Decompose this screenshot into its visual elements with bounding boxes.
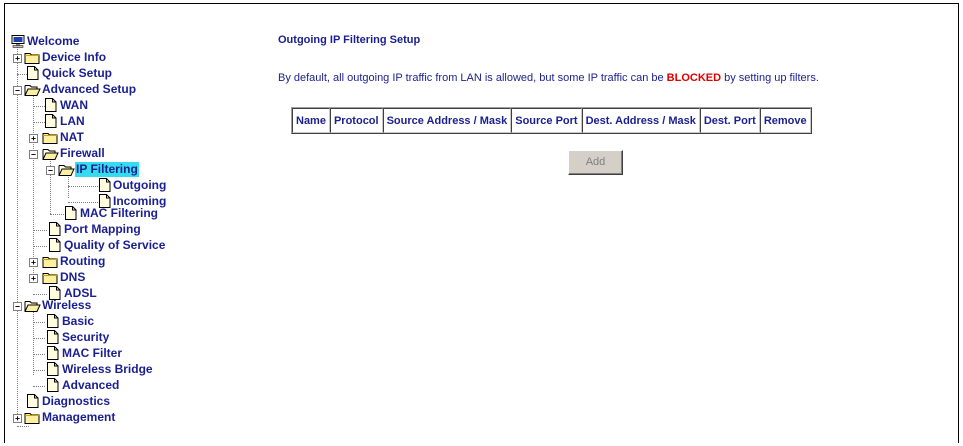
tree-label[interactable]: Quality of Service: [64, 238, 165, 253]
tree-label[interactable]: Basic: [62, 314, 94, 329]
column-header-source-port: Source Port: [511, 108, 582, 133]
document-icon: [47, 314, 59, 328]
folder-closed-icon: [42, 257, 58, 268]
tree-guide: [33, 322, 45, 323]
tree-label[interactable]: Diagnostics: [42, 394, 110, 409]
filter-table: Name Protocol Source Address / Mask Sour…: [291, 107, 812, 134]
tree-label[interactable]: WAN: [60, 98, 88, 113]
expand-icon[interactable]: +: [13, 414, 22, 423]
folder-open-icon: [24, 85, 41, 96]
column-header-remove: Remove: [759, 108, 811, 133]
document-icon: [49, 222, 61, 236]
tree-label[interactable]: MAC Filter: [62, 346, 122, 361]
blocked-emphasis: BLOCKED: [666, 72, 722, 84]
expand-icon[interactable]: +: [29, 258, 38, 267]
tree-label[interactable]: Port Mapping: [64, 222, 141, 237]
collapse-icon[interactable]: −: [13, 302, 22, 311]
tree-guide: [33, 294, 47, 295]
tree-guide: [33, 338, 45, 339]
tree-label[interactable]: DNS: [60, 270, 85, 285]
tree-guide: [17, 426, 29, 427]
collapse-icon[interactable]: −: [29, 150, 38, 159]
tree-label[interactable]: Routing: [60, 254, 105, 269]
tree-guide: [33, 311, 34, 375]
expand-icon[interactable]: +: [13, 54, 22, 63]
folder-closed-icon: [24, 413, 40, 424]
description-part: by setting up filters.: [721, 72, 819, 84]
add-button[interactable]: Add: [568, 150, 623, 175]
folder-open-icon: [24, 301, 41, 312]
document-icon: [45, 98, 57, 112]
tree-label[interactable]: Advanced Setup: [42, 82, 136, 97]
column-header-dest-port: Dest. Port: [699, 108, 760, 133]
tree-label[interactable]: MAC Filtering: [80, 206, 158, 221]
document-icon: [27, 394, 39, 408]
tree-guide: [33, 90, 34, 279]
tree-label[interactable]: Welcome: [27, 34, 79, 49]
tree-label-selected[interactable]: IP Filtering: [75, 162, 139, 177]
tree-guide: [33, 354, 45, 355]
document-icon: [27, 66, 39, 80]
tree-guide: [33, 246, 47, 247]
tree-label[interactable]: Management: [42, 410, 115, 425]
folder-closed-icon: [42, 133, 58, 144]
folder-open-icon: [58, 165, 75, 176]
tree-guide: [33, 230, 47, 231]
collapse-icon[interactable]: −: [46, 166, 55, 175]
tree-label[interactable]: Outgoing: [113, 178, 166, 193]
tree-label[interactable]: Firewall: [60, 146, 105, 161]
page-title: Outgoing IP Filtering Setup: [278, 34, 421, 46]
tree-guide: [33, 370, 45, 371]
document-icon: [47, 330, 59, 344]
tree-label[interactable]: Device Info: [42, 50, 106, 65]
document-icon: [47, 346, 59, 360]
computer-icon: [11, 35, 25, 48]
tree-guide: [17, 42, 18, 416]
description-text: By default, all outgoing IP traffic from…: [278, 72, 819, 84]
expand-icon[interactable]: +: [29, 274, 38, 283]
document-icon: [47, 362, 59, 376]
tree-label[interactable]: Quick Setup: [42, 66, 112, 81]
tree-label[interactable]: Wireless Bridge: [62, 362, 153, 377]
tree-label[interactable]: Security: [62, 330, 109, 345]
folder-closed-icon: [24, 53, 40, 64]
tree-label[interactable]: LAN: [60, 114, 85, 129]
tree-guide: [50, 154, 51, 214]
expand-icon[interactable]: +: [29, 134, 38, 143]
column-header-protocol: Protocol: [329, 108, 383, 133]
column-header-name: Name: [292, 108, 330, 133]
folder-open-icon: [42, 149, 59, 160]
folder-closed-icon: [42, 273, 58, 284]
column-header-source-address: Source Address / Mask: [382, 108, 512, 133]
document-icon: [99, 178, 111, 192]
page-frame: Welcome + Device Info Quick Setup − Adva…: [4, 3, 959, 443]
tree-guide: [68, 202, 98, 203]
tree-label[interactable]: NAT: [60, 130, 84, 145]
collapse-icon[interactable]: −: [13, 86, 22, 95]
column-header-dest-address: Dest. Address / Mask: [581, 108, 700, 133]
document-icon: [45, 114, 57, 128]
tree-guide: [68, 186, 98, 187]
tree-guide: [50, 214, 64, 215]
table-header-row: Name Protocol Source Address / Mask Sour…: [292, 108, 811, 133]
tree-label[interactable]: Wireless: [42, 298, 91, 313]
document-icon: [49, 238, 61, 252]
tree-label[interactable]: Advanced: [62, 378, 119, 393]
description-part: By default, all outgoing IP traffic from…: [278, 72, 667, 84]
tree-guide: [33, 386, 45, 387]
document-icon: [65, 206, 77, 220]
document-icon: [47, 378, 59, 392]
